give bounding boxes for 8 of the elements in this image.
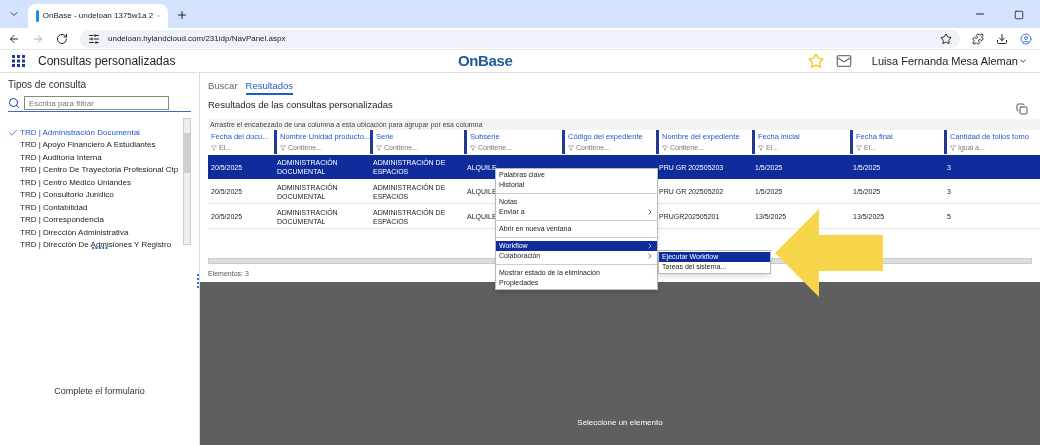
url-text: undeloan.hylandcloud.com/231idp/NavPanel.aspx: [108, 32, 286, 45]
sidebar-title: Tipos de consulta: [8, 78, 87, 92]
form-hint: Complete el formulario: [54, 385, 145, 399]
app-title: Consultas personalizadas: [38, 53, 177, 70]
tab-title: OnBase - undeloan 1375w1a 2: [42, 10, 154, 22]
app-logo: OnBase: [458, 50, 513, 71]
results-title: Resultados de las consultas personalizadas: [208, 98, 394, 113]
viewer-message: Seleccione un elemento: [577, 417, 663, 429]
